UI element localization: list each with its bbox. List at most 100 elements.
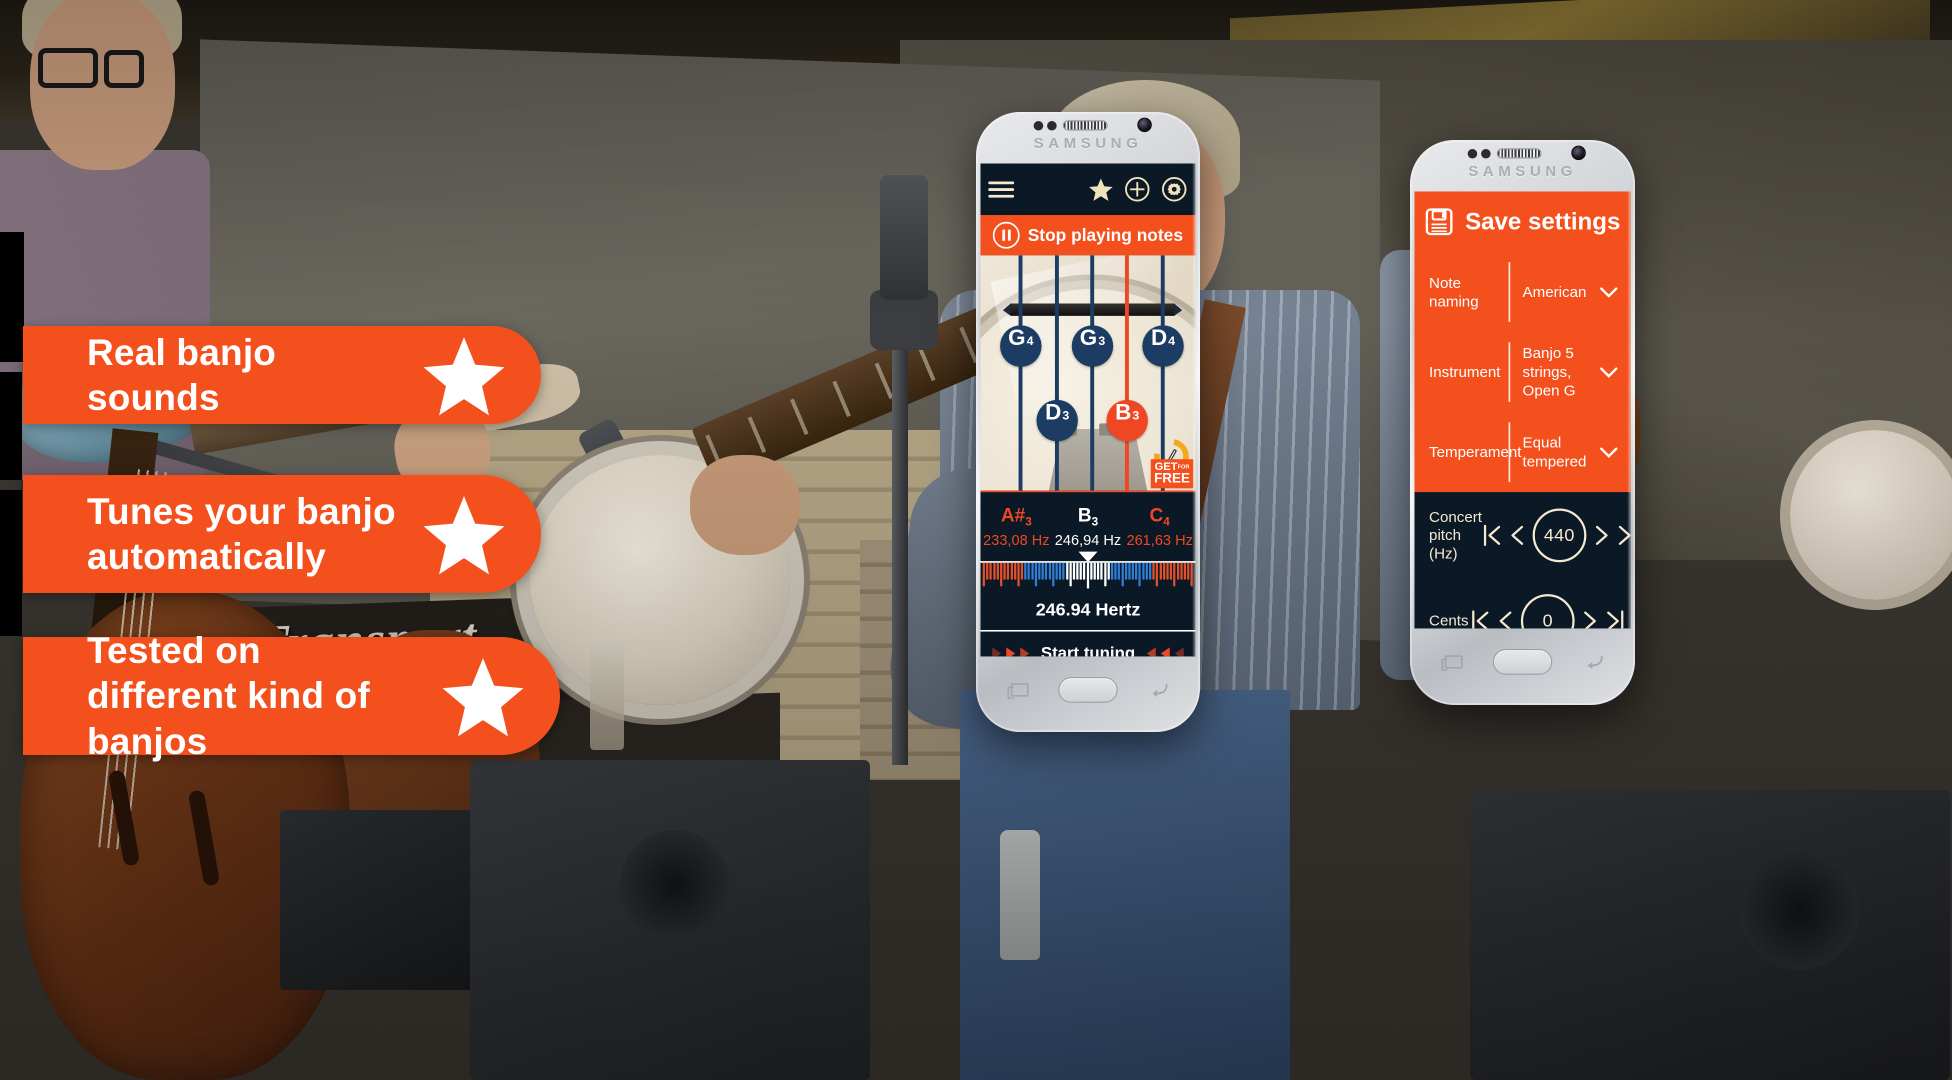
cents-tick [1176, 562, 1179, 580]
start-tuning-button[interactable]: Start tuning [980, 631, 1196, 657]
cents-tick [1006, 562, 1010, 580]
home-button[interactable] [1492, 649, 1553, 675]
string-note-chip-d3[interactable]: D3 [1036, 399, 1078, 442]
string-note-chip-g3[interactable]: G3 [1071, 325, 1114, 367]
arrow-right-icon [1006, 647, 1016, 657]
settings-row-cents[interactable]: Cents 0 [1414, 578, 1630, 629]
current-note[interactable]: B3 246,94 Hz [1052, 504, 1124, 549]
light-sensor-icon [1481, 148, 1491, 159]
cents-value[interactable]: 0 [1520, 593, 1575, 629]
skip-to-end-icon[interactable] [1606, 608, 1625, 629]
chevron-down-icon[interactable] [1598, 442, 1619, 463]
string-note-chip-g4[interactable]: G4 [1000, 325, 1042, 367]
star-icon[interactable] [1088, 176, 1114, 202]
skip-to-start-icon[interactable] [1482, 523, 1501, 548]
recent-apps-icon[interactable] [1441, 655, 1463, 671]
settings-row-temperament[interactable]: Temperament Equal tempered [1414, 412, 1630, 492]
badge-for-text: FOR [1177, 464, 1190, 471]
get-for-free-label: GETFOR FREE [1150, 459, 1194, 489]
arrow-left-icon [1146, 647, 1156, 657]
stop-playing-notes-button[interactable]: Stop playing notes [980, 215, 1196, 256]
banjo-fretboard-view[interactable]: G4 G3 D4 D3 B3 GETFOR FREE [980, 255, 1196, 491]
note-letter: D [1045, 399, 1062, 425]
banjo-string-1[interactable] [1018, 255, 1023, 491]
chevron-down-icon[interactable] [1598, 361, 1619, 382]
cents-tick [1045, 562, 1048, 580]
string-note-chip-b3[interactable]: B3 [1106, 399, 1148, 442]
cents-tick [1131, 562, 1134, 580]
next-note[interactable]: C4 261,63 Hz [1124, 504, 1196, 549]
banjo-string-3[interactable] [1090, 255, 1095, 491]
chevron-down-icon[interactable] [1598, 281, 1619, 302]
cents-tick [1097, 562, 1100, 580]
cents-tick [982, 562, 985, 587]
settings-row-concert-pitch[interactable]: Concert pitch (Hz) 440 [1414, 492, 1631, 578]
skip-to-end-icon[interactable] [1618, 523, 1631, 548]
gear-circle-icon[interactable] [1161, 176, 1188, 203]
hertz-label: 246.94 Hertz [1035, 599, 1141, 620]
hamburger-menu-icon[interactable] [988, 177, 1015, 201]
chevron-left-icon[interactable] [1508, 523, 1525, 548]
cents-tick [1072, 562, 1076, 580]
chevron-right-icon[interactable] [1593, 523, 1610, 548]
cents-scale [980, 561, 1196, 590]
cents-tick [1162, 562, 1166, 580]
previous-note[interactable]: A#3 233,08 Hz [980, 504, 1052, 549]
cents-tick [1020, 562, 1024, 580]
proximity-sensor-icon [1467, 148, 1478, 159]
floppy-disk-save-icon [1425, 208, 1453, 236]
badge-free-text: FREE [1154, 470, 1190, 487]
settings-row-note-naming[interactable]: Note naming American [1414, 252, 1630, 332]
light-sensor-icon [1047, 120, 1057, 131]
note-octave: 4 [1168, 333, 1176, 348]
cents-tick [1169, 562, 1173, 580]
cents-tick [1034, 562, 1037, 587]
cents-label: Cents [1429, 612, 1469, 629]
phone-tuner-screen: SAMSUNG Stop playing notes G 4 G 3 D 4 D… [976, 112, 1200, 732]
back-icon[interactable] [1150, 682, 1169, 698]
tuner-app-bar [980, 163, 1196, 216]
cents-tick [1183, 562, 1186, 580]
banjo-string-2[interactable] [1054, 255, 1059, 491]
skip-to-start-icon[interactable] [1470, 608, 1489, 629]
phone-top-bezel: SAMSUNG [976, 112, 1200, 164]
phone-settings-screen: SAMSUNG Save settings Note naming Americ… [1410, 140, 1635, 705]
note-letter: D [1150, 325, 1168, 350]
concert-pitch-value[interactable]: 440 [1532, 508, 1587, 562]
concert-pitch-stepper[interactable]: 440 [1482, 508, 1631, 562]
cents-tick [1173, 562, 1176, 587]
plus-circle-icon[interactable] [1124, 176, 1151, 203]
instrument-label: Instrument [1429, 363, 1501, 381]
back-icon[interactable] [1585, 654, 1604, 670]
cents-tick [1155, 562, 1159, 587]
stop-playing-notes-label: Stop playing notes [1027, 225, 1183, 245]
cents-tick [989, 562, 992, 580]
note-octave: 4 [1026, 333, 1034, 348]
cents-tick [1135, 562, 1138, 580]
star-icon [423, 337, 505, 416]
phone-bottom-bezel [976, 656, 1200, 723]
cents-tick [1003, 562, 1006, 580]
cents-tick [1103, 562, 1107, 587]
star-icon [423, 496, 505, 575]
home-button[interactable] [1058, 677, 1118, 703]
current-note-octave: 3 [1091, 515, 1099, 529]
chevron-right-icon[interactable] [1582, 608, 1599, 629]
cents-tick [1079, 562, 1082, 580]
cents-tick [1145, 562, 1148, 580]
string-note-chip-d4[interactable]: D4 [1142, 325, 1184, 367]
cents-tick [1086, 562, 1089, 589]
save-settings-header[interactable]: Save settings [1414, 191, 1631, 252]
settings-app-screen: Save settings Note naming American Instr… [1414, 191, 1631, 629]
recent-apps-icon[interactable] [1007, 683, 1029, 699]
chevron-left-icon[interactable] [1497, 608, 1514, 629]
edge-artifact-bottom [0, 490, 22, 636]
note-octave: 3 [1098, 333, 1106, 348]
get-for-free-badge[interactable]: GETFOR FREE [1147, 432, 1196, 489]
next-note-frequency: 261,63 Hz [1126, 531, 1193, 549]
feature-banner-real-banjo-sounds: Real banjo sounds [23, 326, 541, 424]
settings-row-instrument[interactable]: Instrument Banjo 5 strings, Open G [1414, 332, 1630, 412]
cents-stepper[interactable]: 0 [1470, 593, 1630, 629]
cents-tick [1052, 562, 1055, 587]
banjo-string-4[interactable] [1124, 255, 1129, 491]
